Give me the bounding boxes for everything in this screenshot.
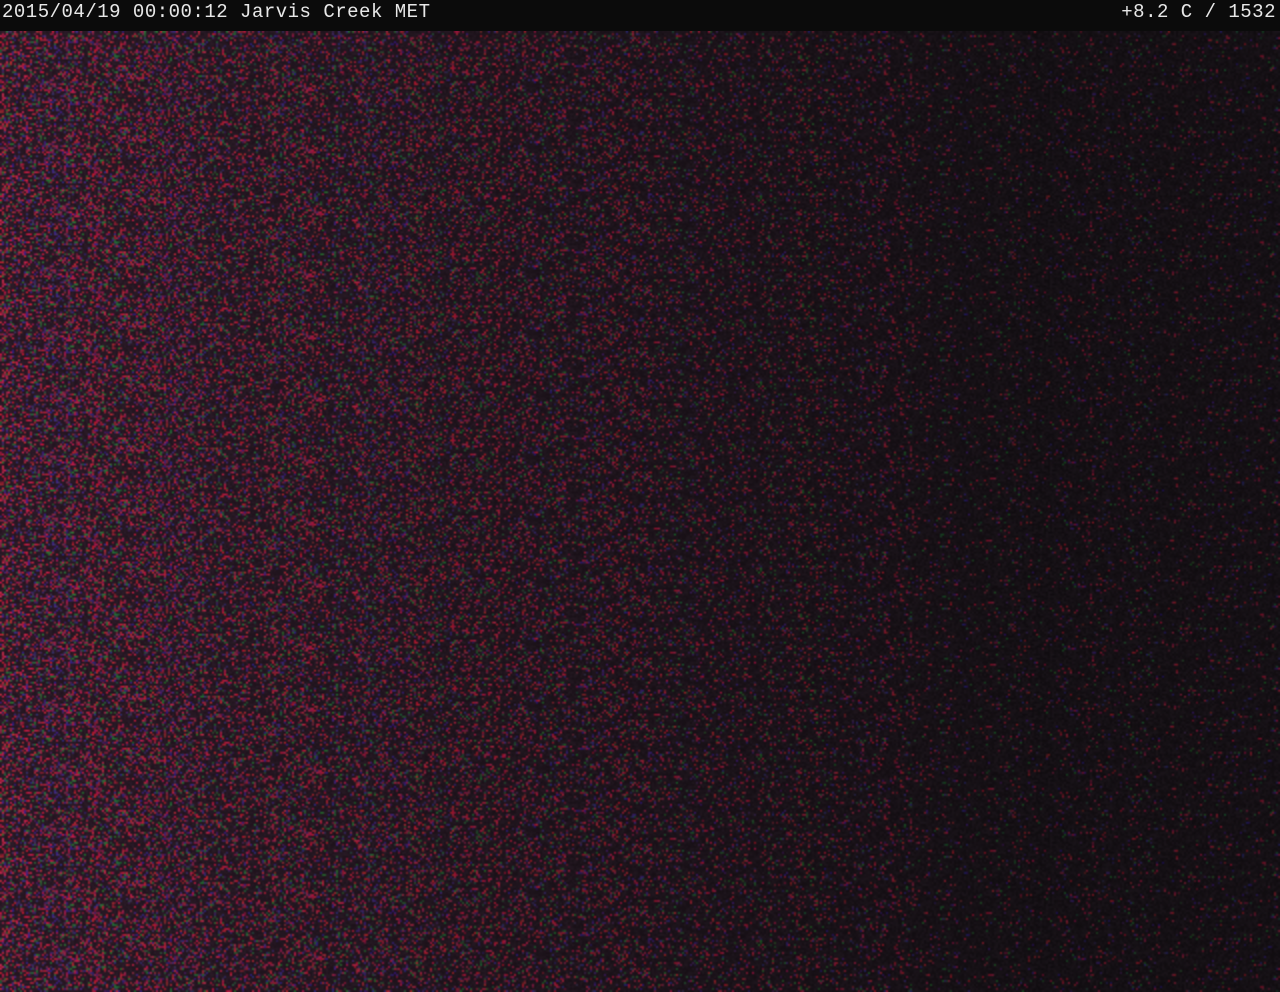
temperature-elevation-label: +8.2 C / 1532 <box>1121 1 1276 23</box>
sensor-noise-canvas <box>0 31 1280 992</box>
webcam-frame: 2015/04/19 00:00:12 Jarvis Creek MET +8.… <box>0 0 1280 992</box>
camera-overlay-bar: 2015/04/19 00:00:12 Jarvis Creek MET +8.… <box>0 0 1280 31</box>
timestamp-station-label: 2015/04/19 00:00:12 Jarvis Creek MET <box>2 1 431 23</box>
night-sensor-noise-image <box>0 31 1280 992</box>
